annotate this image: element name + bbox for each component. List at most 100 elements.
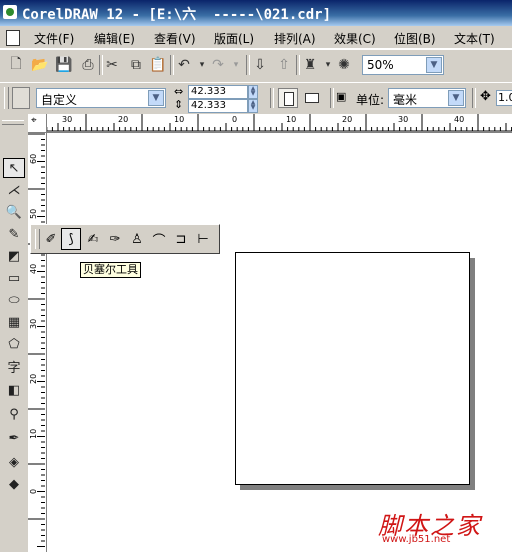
paper-width-icon: ⇔: [174, 85, 184, 98]
undo-icon[interactable]: ↶: [174, 55, 194, 75]
landscape-button[interactable]: [302, 88, 322, 108]
menu-effects[interactable]: 效果(C): [334, 30, 376, 47]
title-bar: CorelDRAW 12 - [E:\六 -----\021.cdr]: [0, 0, 512, 26]
freehand-icon[interactable]: ✐: [41, 228, 61, 250]
nudge-input[interactable]: 1.0: [496, 90, 512, 106]
window-title: CorelDRAW 12 - [E:\六 -----\021.cdr]: [22, 7, 332, 23]
chevron-down-icon[interactable]: ▼: [426, 57, 442, 73]
menu-text[interactable]: 文本(T): [454, 30, 495, 47]
ruler-label: 10: [29, 428, 38, 439]
menu-file[interactable]: 文件(F): [34, 30, 74, 47]
menu-layout[interactable]: 版面(L): [214, 30, 254, 47]
zoom-value: 50%: [367, 58, 394, 72]
import-icon[interactable]: ⇩: [250, 55, 270, 75]
bezier-icon[interactable]: ⟆: [61, 228, 81, 250]
3-point-curve-icon[interactable]: ⌒: [149, 228, 169, 250]
zoom-levels-combo[interactable]: 50% ▼: [362, 55, 444, 75]
current-page-icon[interactable]: ▣: [336, 90, 346, 103]
toolbar-separator: [472, 88, 476, 108]
ruler-label: 0: [232, 115, 238, 124]
document-page[interactable]: [235, 252, 470, 485]
copy-icon[interactable]: ⧉: [126, 55, 146, 75]
ruler-label: 10: [174, 115, 185, 124]
ruler-label: 60: [29, 153, 38, 164]
menu-view[interactable]: 查看(V): [154, 30, 196, 47]
chevron-down-icon[interactable]: ▼: [148, 90, 164, 106]
ruler-label: 30: [62, 115, 73, 124]
flyout-grip[interactable]: [35, 229, 40, 249]
units-value: 毫米: [393, 93, 418, 107]
paper-width-input[interactable]: 42.333 mm: [188, 85, 248, 109]
vertical-ruler[interactable]: 60 50 40 30 20 10 0: [28, 132, 47, 552]
artistic-media-icon[interactable]: ✍: [83, 228, 103, 250]
open-icon[interactable]: 📂: [30, 55, 50, 75]
units-label: 单位:: [356, 93, 385, 107]
corel-online-icon[interactable]: ✺: [334, 55, 354, 75]
eyedropper-icon[interactable]: ⚲: [3, 404, 25, 424]
cut-icon[interactable]: ✂: [102, 55, 122, 75]
app-launcher-icon[interactable]: ♜: [300, 55, 320, 75]
ruler-label: 40: [454, 115, 465, 124]
paper-type-combo[interactable]: 自定义 ▼: [36, 88, 166, 108]
new-icon[interactable]: 🗋: [6, 55, 26, 75]
ruler-label: 20: [342, 115, 353, 124]
toolbar-grip: [12, 87, 30, 109]
ruler-label: 0: [29, 488, 38, 494]
outline-pen-icon[interactable]: ✒: [3, 428, 25, 448]
document-icon[interactable]: [6, 30, 20, 46]
menu-edit[interactable]: 编辑(E): [94, 30, 135, 47]
menu-bitmaps[interactable]: 位图(B): [394, 30, 436, 47]
ruler-label: 30: [29, 318, 38, 329]
redo-icon[interactable]: ↷: [208, 55, 228, 75]
save-icon[interactable]: 💾: [54, 55, 74, 75]
pen-icon[interactable]: ✑: [105, 228, 125, 250]
paper-height-icon: ⇕: [174, 98, 184, 111]
nudge-offset-icon: ✥: [480, 89, 491, 104]
horizontal-ruler-ticks: [28, 114, 512, 132]
menu-arrange[interactable]: 排列(A): [274, 30, 316, 47]
paper-height-input[interactable]: 42.333 mm: [188, 99, 248, 123]
dimension-tool-icon[interactable]: ⊢: [193, 228, 213, 250]
toolbar-grip: [4, 87, 9, 109]
graph-paper-icon[interactable]: ▦: [3, 312, 25, 332]
freehand-tool-icon[interactable]: ✎: [3, 224, 25, 244]
toolbox-grip: [2, 120, 24, 125]
rectangle-tool-icon[interactable]: ▭: [3, 268, 25, 288]
chevron-down-icon[interactable]: ▼: [448, 90, 464, 106]
pick-tool-icon[interactable]: ↖: [3, 158, 25, 178]
smart-fill-icon[interactable]: ◩: [3, 246, 25, 266]
standard-toolbar: 🗋 📂 💾 ⎙ ✂ ⧉ 📋 ↶ ▾ ↷ ▾ ⇩ ⇧ ♜ ▾ ✺ 50% ▼: [0, 49, 512, 83]
ruler-label: 20: [29, 373, 38, 384]
coreldraw-app-icon[interactable]: [3, 5, 17, 19]
toolbox: ↖ ⋌ 🔍 ✎ ◩ ▭ ⬭ ▦ ⬠ 字 ◧ ⚲ ✒ ◈ ◆: [0, 114, 29, 552]
toolbar-separator: [270, 88, 274, 108]
width-spinner-icon[interactable]: ▲ ▼: [248, 85, 258, 99]
landscape-icon: [305, 93, 319, 103]
polyline-icon[interactable]: ♙: [127, 228, 147, 250]
horizontal-ruler[interactable]: 30 20 10 0 10 20 30 40: [28, 114, 512, 133]
fill-tool-icon[interactable]: ◈: [3, 452, 25, 472]
zoom-tool-icon[interactable]: 🔍: [3, 202, 25, 222]
basic-shapes-icon[interactable]: ⬠: [3, 334, 25, 354]
print-icon[interactable]: ⎙: [78, 55, 98, 75]
export-icon[interactable]: ⇧: [274, 55, 294, 75]
toolbar-separator: [330, 88, 334, 108]
watermark-url: www.jb51.net: [382, 534, 451, 545]
ruler-label: 50: [29, 208, 38, 219]
text-tool-icon[interactable]: 字: [3, 356, 25, 376]
interactive-fill-icon[interactable]: ◆: [3, 474, 25, 494]
paper-type-value: 自定义: [41, 93, 78, 107]
shape-tool-icon[interactable]: ⋌: [3, 180, 25, 200]
interactive-connector-icon[interactable]: ⊐: [171, 228, 191, 250]
redo-dropdown-icon[interactable]: ▾: [226, 55, 246, 75]
portrait-button[interactable]: [278, 88, 298, 108]
menu-bar: 文件(F) 编辑(E) 查看(V) 版面(L) 排列(A) 效果(C) 位图(B…: [0, 26, 512, 49]
property-bar: 自定义 ▼ ⇔ ⇕ 42.333 mm ▲▼ 42.333 mm ▲▼ ▣ 单位…: [0, 82, 512, 123]
units-combo[interactable]: 毫米 ▼: [388, 88, 466, 108]
ruler-origin-icon: ⌖: [31, 115, 37, 126]
ruler-origin-corner[interactable]: ⌖: [28, 114, 47, 133]
paste-icon[interactable]: 📋: [148, 55, 168, 75]
height-spinner-icon[interactable]: ▲ ▼: [248, 99, 258, 113]
ellipse-tool-icon[interactable]: ⬭: [3, 290, 25, 310]
interactive-blend-icon[interactable]: ◧: [3, 380, 25, 400]
